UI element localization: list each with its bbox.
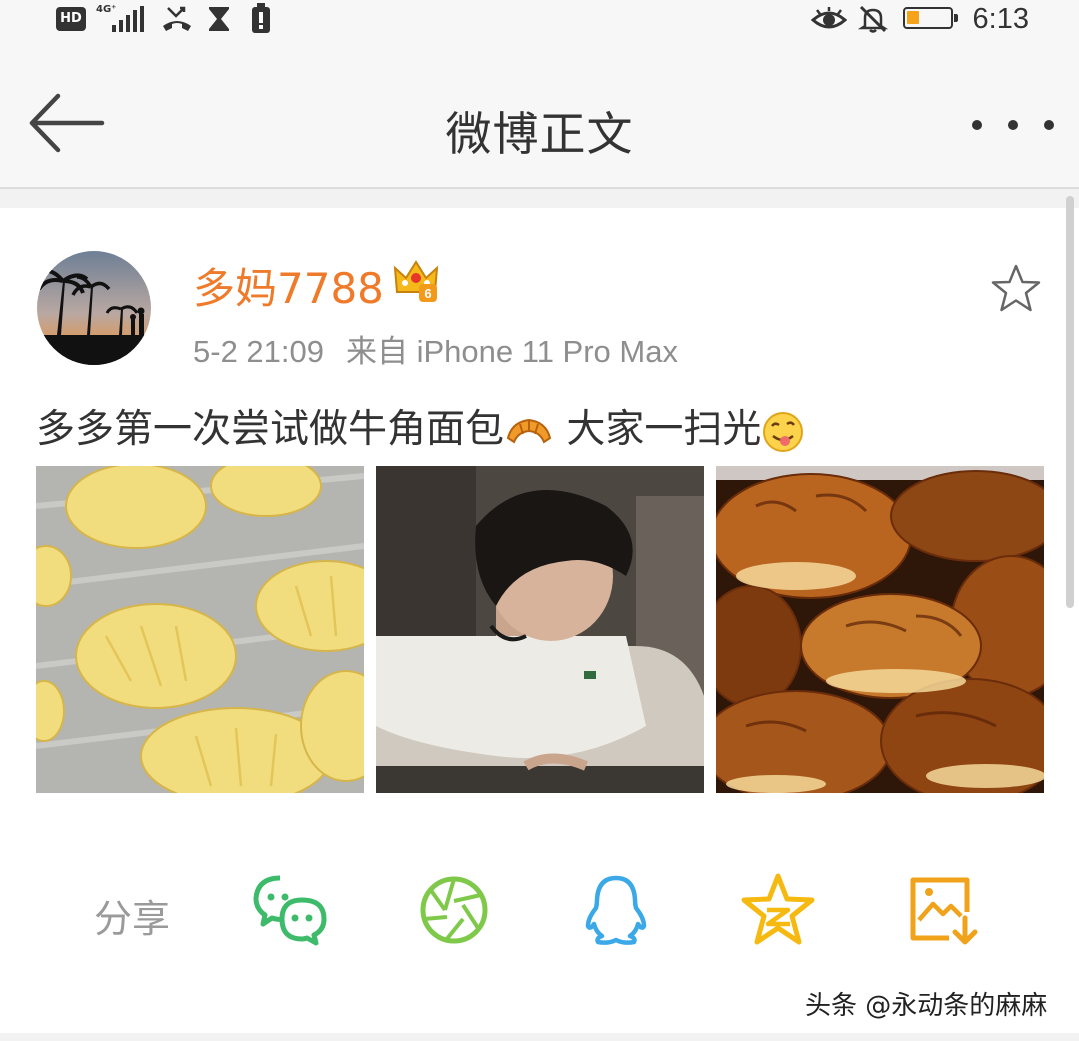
- page-title: 微博正文: [445, 107, 634, 161]
- status-time: 6:13: [972, 3, 1029, 35]
- more-dots-icon[interactable]: [972, 105, 1054, 145]
- watermark: 头条 @永动条的麻麻: [805, 991, 1048, 1021]
- hourglass-icon: [209, 7, 229, 31]
- post-photo-1[interactable]: [36, 466, 364, 793]
- post-meta: 5-2 21:09 来自 iPhone 11 Pro Max: [193, 326, 678, 371]
- qzone-icon[interactable]: [740, 872, 816, 948]
- missed-call-icon: [163, 6, 191, 31]
- vip-level: 6: [424, 286, 431, 301]
- post-text: 多多第一次尝试做牛角面包 大家一扫光: [36, 403, 805, 457]
- post-photo-3[interactable]: [716, 466, 1044, 793]
- post-source[interactable]: 来自 iPhone 11 Pro Max: [346, 334, 678, 369]
- scrollbar[interactable]: [1066, 196, 1074, 608]
- moments-icon[interactable]: [416, 872, 492, 948]
- qq-icon[interactable]: [578, 872, 654, 948]
- post-text-part2: 大家一扫光: [554, 407, 762, 452]
- signal-icon: [112, 6, 144, 32]
- vip-crown-icon: 6: [393, 260, 439, 302]
- notification-icon: [252, 3, 270, 33]
- username[interactable]: 多妈7788: [193, 255, 384, 316]
- post-text-part1: 多多第一次尝试做牛角面包: [36, 407, 505, 452]
- avatar[interactable]: [37, 251, 151, 365]
- star-icon[interactable]: [990, 263, 1042, 315]
- post-time: 5-2 21:09: [193, 334, 324, 369]
- croissant-icon: [506, 418, 552, 444]
- post-photo-2[interactable]: [376, 466, 704, 793]
- hd-indicator: HD: [56, 7, 86, 31]
- eye-comfort-icon: [811, 7, 847, 29]
- mute-bell-icon: [858, 5, 888, 33]
- share-label: 分享: [94, 897, 171, 941]
- wechat-icon[interactable]: [252, 872, 328, 948]
- tongue-emoji-icon: [763, 411, 804, 452]
- save-image-icon[interactable]: [905, 872, 981, 948]
- battery-icon: [903, 7, 958, 29]
